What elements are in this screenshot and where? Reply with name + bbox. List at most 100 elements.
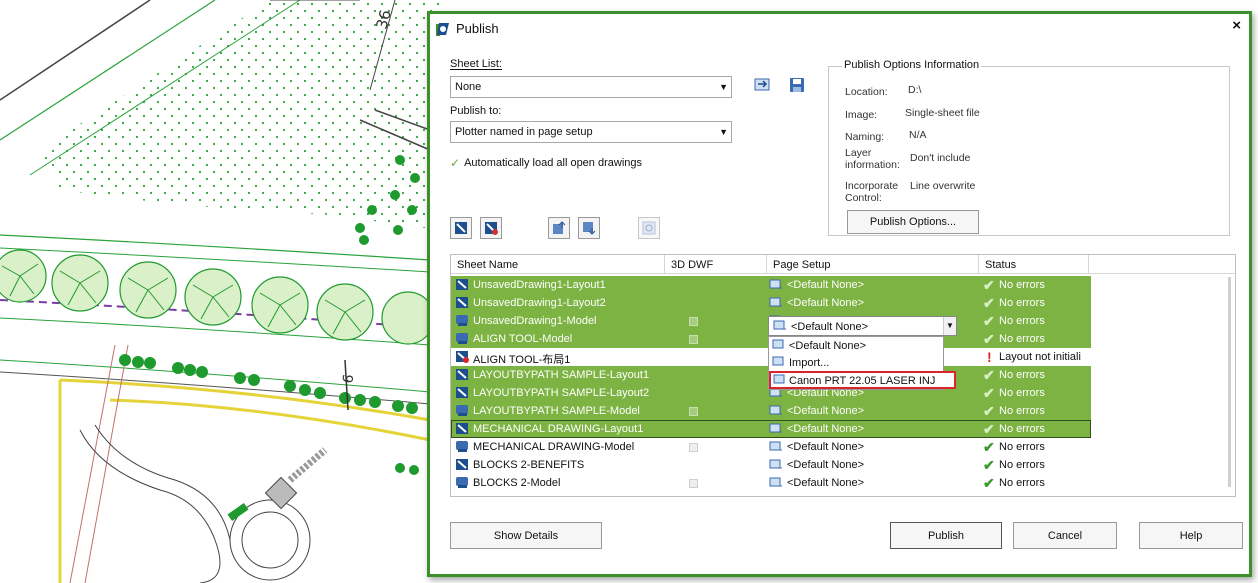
sheet-name: ALIGN TOOL-布局1	[473, 354, 571, 366]
save-sheet-list-button[interactable]	[786, 74, 808, 96]
status-text: No errors	[999, 441, 1045, 453]
table-row[interactable]: UnsavedDrawing1-Layout1 <Default None> ✔ No…	[451, 276, 1091, 294]
add-sheets-button[interactable]	[450, 217, 472, 239]
checkmark-icon: ✓	[450, 156, 461, 170]
3d-dwf-checkbox[interactable]	[689, 317, 698, 326]
check-icon: ✔	[983, 457, 995, 473]
image-value: Single-sheet file	[905, 107, 980, 119]
page-setup-icon	[769, 441, 782, 451]
check-icon: ✔	[983, 313, 995, 329]
model-sheet-icon	[456, 315, 468, 326]
check-icon: ✔	[983, 385, 995, 401]
preview-button[interactable]	[638, 217, 660, 239]
status-text: No errors	[999, 369, 1045, 381]
publish-options-button[interactable]: Publish Options...	[847, 210, 979, 234]
3d-dwf-checkbox[interactable]	[689, 335, 698, 344]
table-row[interactable]: LAYOUTBYPATH SAMPLE-Model <Default None> ✔…	[451, 402, 1091, 420]
sheet-name: LAYOUTBYPATH SAMPLE-Layout1	[473, 369, 650, 381]
status-text: No errors	[999, 477, 1045, 489]
preview-icon	[642, 221, 656, 235]
dialog-title: Publish	[456, 21, 499, 36]
sheet-name: LAYOUTBYPATH SAMPLE-Layout2	[473, 387, 650, 399]
page-setup-value[interactable]: <Default None>	[787, 441, 864, 453]
close-icon[interactable]: ×	[1232, 17, 1241, 34]
page-setup-value[interactable]: <Default None>	[787, 423, 864, 435]
status-text: Layout not initiali	[999, 351, 1081, 363]
image-key: Image:	[845, 109, 878, 121]
check-icon: ✔	[983, 403, 995, 419]
table-row[interactable]: MECHANICAL DRAWING-Model <Default None> ✔ N…	[451, 438, 1091, 456]
sheet-name: LAYOUTBYPATH SAMPLE-Model	[473, 405, 640, 417]
check-icon: ✔	[983, 331, 995, 347]
status-text: No errors	[999, 423, 1045, 435]
page-setup-option[interactable]: <Default None>	[769, 337, 943, 354]
publish-to-value: Plotter named in page setup	[455, 126, 593, 138]
add-sheets-icon	[455, 222, 467, 234]
app-logo-icon	[436, 23, 449, 36]
naming-value: N/A	[909, 129, 927, 141]
status-text: No errors	[999, 333, 1045, 345]
page-setup-option[interactable]: Import...	[769, 354, 943, 371]
model-sheet-icon	[456, 477, 468, 488]
publish-options-title: Publish Options Information	[842, 59, 982, 71]
sheet-name: UnsavedDrawing1-Model	[473, 315, 597, 327]
help-button[interactable]: Help	[1139, 522, 1243, 549]
page-setup-icon	[769, 477, 782, 487]
option-default-none: <Default None>	[789, 340, 867, 352]
load-sheet-list-button[interactable]	[752, 74, 774, 96]
remove-sheets-button[interactable]	[480, 217, 502, 239]
move-sheet-up-button[interactable]	[548, 217, 570, 239]
page-setup-list: <Default None> Import... Canon PRT 22.05…	[768, 336, 956, 390]
cancel-button[interactable]: Cancel	[1013, 522, 1117, 549]
page-setup-value[interactable]: <Default None>	[787, 279, 864, 291]
incorporate-control-key: Incorporate Control:	[845, 180, 899, 204]
table-row[interactable]: BLOCKS 2-Model <Default None> ✔ No errors	[451, 474, 1091, 492]
move-up-icon	[553, 221, 566, 234]
3d-dwf-checkbox[interactable]	[689, 407, 698, 416]
page-setup-icon	[769, 423, 782, 433]
sheet-name: UnsavedDrawing1-Layout1	[473, 279, 606, 291]
sheet-list-select[interactable]: None ▼	[450, 76, 732, 98]
page-setup-value[interactable]: <Default None>	[787, 405, 864, 417]
show-details-button[interactable]: Show Details	[450, 522, 602, 549]
save-icon	[790, 78, 804, 92]
page-setup-value[interactable]: <Default None>	[787, 459, 864, 471]
page-setup-value[interactable]: <Default None>	[787, 477, 864, 489]
header-page-setup[interactable]: Page Setup	[767, 255, 979, 274]
page-setup-dropdown: <Default None> ▼ <Default None> Import..…	[768, 316, 957, 390]
page-setup-value[interactable]: <Default None>	[787, 297, 864, 309]
option-canon-prt: Canon PRT 22.05 LASER INJ	[789, 375, 936, 387]
sheet-name: MECHANICAL DRAWING-Layout1	[473, 423, 644, 435]
layout-sheet-icon	[456, 297, 468, 308]
auto-load-checkbox[interactable]: ✓ Automatically load all open drawings	[450, 156, 642, 170]
table-row[interactable]: UnsavedDrawing1-Layout2 <Default None> ✔ No…	[451, 294, 1091, 312]
scrollbar[interactable]	[1228, 277, 1231, 487]
header-status[interactable]: Status	[979, 255, 1089, 274]
sheet-name: ALIGN TOOL-Model	[473, 333, 573, 345]
header-3d-dwf[interactable]: 3D DWF	[665, 255, 767, 274]
status-text: No errors	[999, 387, 1045, 399]
page-setup-icon	[769, 297, 782, 307]
publish-button[interactable]: Publish	[890, 522, 1002, 549]
header-sheet-name[interactable]: Sheet Name	[451, 255, 665, 274]
publish-to-select[interactable]: Plotter named in page setup ▼	[450, 121, 732, 143]
page-setup-combo[interactable]: <Default None> ▼	[768, 316, 957, 336]
publish-dialog: Publish × Sheet List: None ▼ Publish to:…	[427, 11, 1252, 577]
layout-sheet-icon	[456, 459, 468, 470]
3d-dwf-checkbox[interactable]	[689, 443, 698, 452]
table-row[interactable]: MECHANICAL DRAWING-Layout1 <Default None>…	[451, 420, 1091, 438]
layout-sheet-icon	[456, 279, 468, 290]
table-row[interactable]: BLOCKS 2-BENEFITS <Default None> ✔ No error…	[451, 456, 1091, 474]
page-setup-icon	[772, 339, 784, 349]
move-sheet-down-button[interactable]	[578, 217, 600, 239]
3d-dwf-checkbox[interactable]	[689, 479, 698, 488]
option-import: Import...	[789, 357, 830, 369]
load-sheet-list-icon	[754, 78, 770, 91]
sheet-list-value: None	[455, 81, 482, 93]
auto-load-label: Automatically load all open drawings	[464, 157, 642, 169]
page-setup-combo-value: <Default None>	[791, 321, 869, 333]
page-setup-option-highlighted[interactable]: Canon PRT 22.05 LASER INJ	[769, 371, 956, 389]
import-icon	[772, 356, 784, 366]
page-setup-icon	[769, 459, 782, 469]
move-down-icon	[583, 222, 596, 235]
